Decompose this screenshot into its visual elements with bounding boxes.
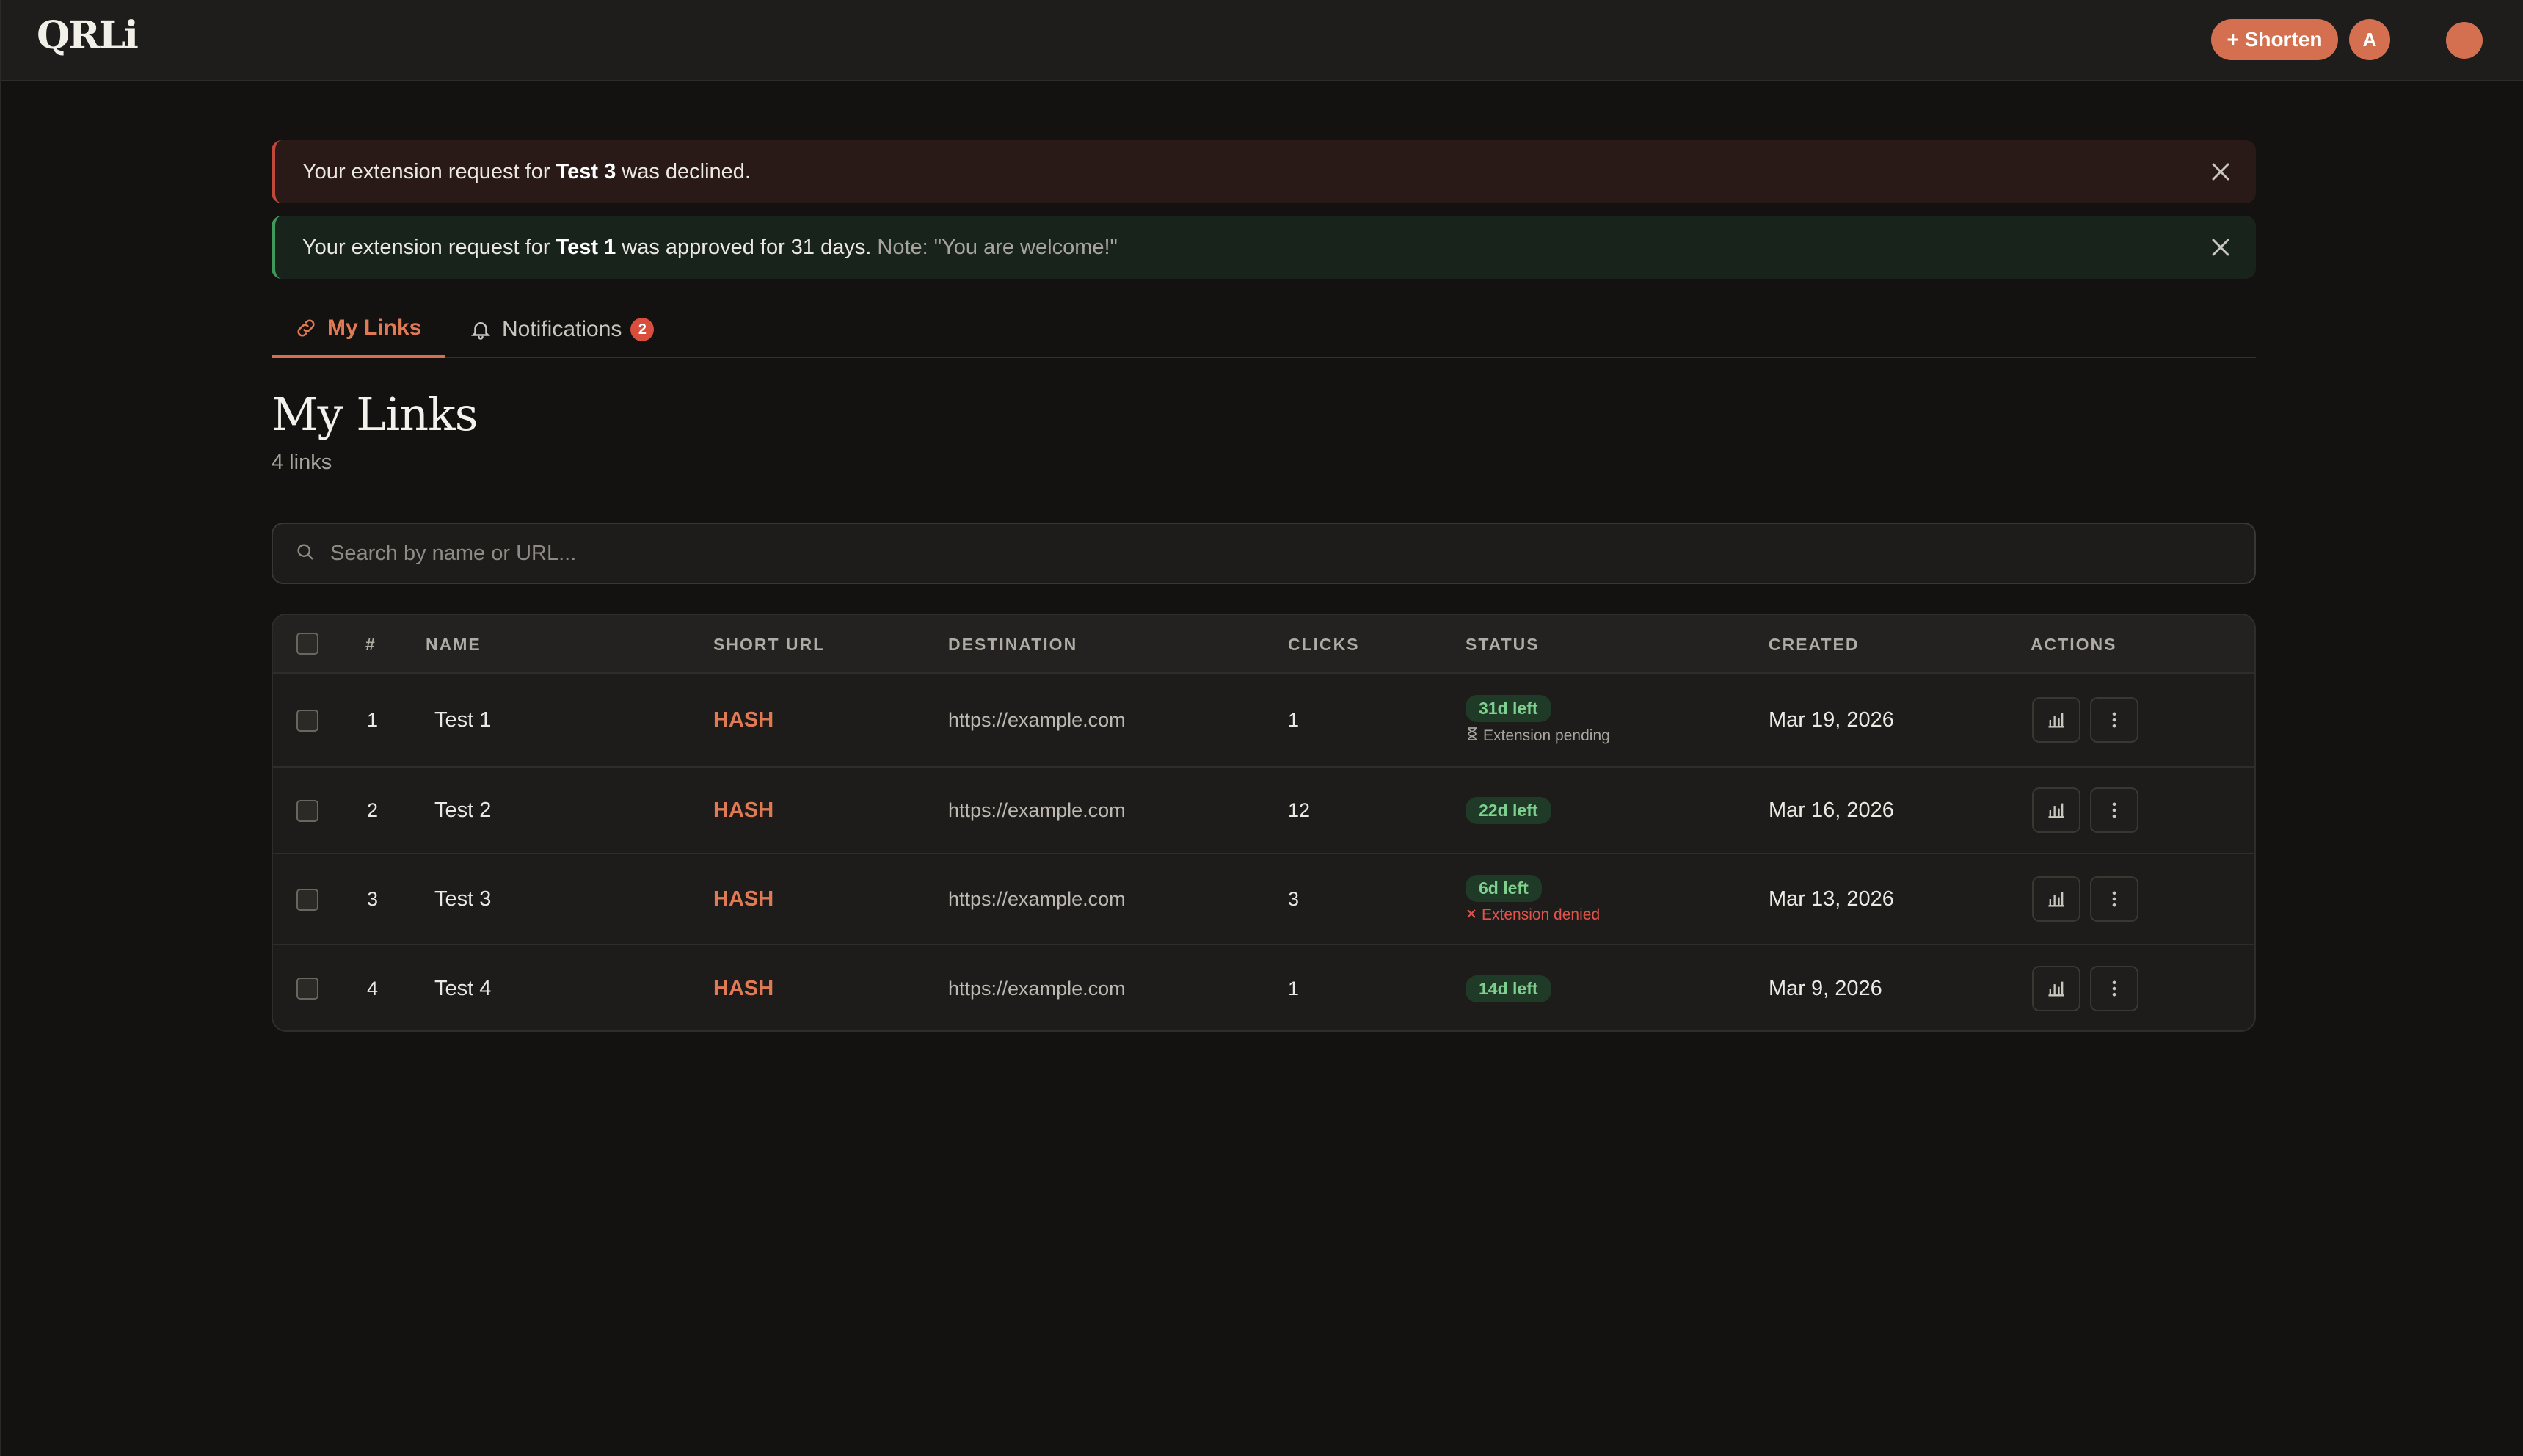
search-box bbox=[272, 523, 2256, 584]
bell-icon bbox=[470, 318, 492, 341]
table-row[interactable]: 4 Test 4 HASH https://example.com 1 14d … bbox=[273, 945, 2254, 1030]
more-vertical-icon bbox=[2112, 891, 2116, 907]
click-count: 3 bbox=[1288, 887, 1300, 910]
more-vertical-icon bbox=[2112, 802, 2116, 818]
column-header[interactable]: CLICKS bbox=[1288, 615, 1360, 674]
short-url[interactable]: HASH bbox=[713, 768, 773, 853]
column-header: ACTIONS bbox=[2031, 634, 2117, 654]
status-cell: 14d left bbox=[1466, 945, 1551, 1030]
link-name[interactable]: Test 3 bbox=[434, 854, 491, 944]
row-index: 2 bbox=[367, 798, 379, 821]
extension-status: Extension denied bbox=[1466, 906, 1600, 924]
notification-count-badge: 2 bbox=[630, 318, 655, 341]
hourglass-icon bbox=[1466, 727, 1479, 746]
more-vertical-icon bbox=[2112, 712, 2116, 728]
status-badge: 22d left bbox=[1466, 796, 1551, 824]
status-badge: 31d left bbox=[1466, 694, 1551, 722]
table-row[interactable]: 1 Test 1 HASH https://example.com 1 31d … bbox=[273, 674, 2254, 768]
status-cell: 22d left bbox=[1466, 768, 1551, 853]
row-checkbox[interactable] bbox=[296, 800, 318, 822]
link-name[interactable]: Test 4 bbox=[434, 945, 491, 1030]
click-count: 1 bbox=[1288, 977, 1300, 1000]
link-count: 4 links bbox=[272, 451, 332, 474]
more-options-button[interactable] bbox=[2090, 966, 2138, 1011]
x-icon bbox=[1466, 906, 1477, 924]
created-date: Mar 13, 2026 bbox=[1769, 887, 1894, 911]
status-cell: 31d left Extension pending bbox=[1466, 674, 1610, 766]
user-menu-icon[interactable] bbox=[2446, 22, 2483, 59]
destination-url[interactable]: https://example.com bbox=[948, 674, 1126, 766]
short-url[interactable]: HASH bbox=[713, 945, 773, 1030]
short-url[interactable]: HASH bbox=[713, 674, 773, 766]
stats-button[interactable] bbox=[2032, 876, 2080, 922]
search-icon bbox=[295, 542, 316, 566]
click-count: 12 bbox=[1288, 798, 1311, 821]
more-options-button[interactable] bbox=[2090, 876, 2138, 922]
row-checkbox[interactable] bbox=[296, 710, 318, 732]
stats-button[interactable] bbox=[2032, 697, 2080, 743]
destination-url[interactable]: https://example.com bbox=[948, 768, 1126, 853]
alert-text: Your extension request for Test 3 was de… bbox=[302, 159, 751, 183]
search-input[interactable] bbox=[330, 541, 2254, 566]
stats-button[interactable] bbox=[2032, 787, 2080, 833]
bar-chart-icon bbox=[2048, 713, 2064, 728]
extension-status: Extension pending bbox=[1466, 727, 1610, 746]
more-vertical-icon bbox=[2112, 980, 2116, 997]
row-checkbox[interactable] bbox=[296, 978, 318, 1000]
column-header[interactable]: CREATED bbox=[1769, 615, 1859, 674]
tabs: My Links Notifications 2 bbox=[272, 301, 2256, 358]
row-index: 4 bbox=[367, 977, 379, 1000]
link-name[interactable]: Test 1 bbox=[434, 674, 491, 766]
tab-my-links[interactable]: My Links bbox=[272, 301, 445, 358]
status-badge: 6d left bbox=[1466, 874, 1542, 902]
alert-declined: Your extension request for Test 3 was de… bbox=[272, 140, 2256, 203]
row-index: 1 bbox=[367, 708, 379, 731]
links-table: # NAME SHORT URL DESTINATION CLICKS STAT… bbox=[272, 614, 2256, 1032]
more-options-button[interactable] bbox=[2090, 697, 2138, 743]
column-header[interactable]: NAME bbox=[426, 615, 481, 674]
more-options-button[interactable] bbox=[2090, 787, 2138, 833]
status-cell: 6d left Extension denied bbox=[1466, 854, 1600, 944]
status-badge: 14d left bbox=[1466, 975, 1551, 1002]
column-header: # bbox=[365, 634, 376, 654]
column-header: SHORT URL bbox=[713, 634, 826, 654]
close-icon[interactable] bbox=[2207, 234, 2234, 261]
tab-notifications[interactable]: Notifications 2 bbox=[470, 301, 655, 358]
created-date: Mar 9, 2026 bbox=[1769, 976, 1882, 1000]
close-icon[interactable] bbox=[2207, 159, 2234, 185]
column-header: STATUS bbox=[1466, 634, 1540, 654]
table-row[interactable]: 3 Test 3 HASH https://example.com 3 6d l… bbox=[273, 854, 2254, 945]
row-checkbox[interactable] bbox=[296, 889, 318, 911]
table-row[interactable]: 2 Test 2 HASH https://example.com 12 22d… bbox=[273, 768, 2254, 854]
bar-chart-icon bbox=[2048, 981, 2064, 997]
created-date: Mar 19, 2026 bbox=[1769, 707, 1894, 732]
column-header: DESTINATION bbox=[948, 634, 1078, 654]
bar-chart-icon bbox=[2048, 803, 2064, 818]
destination-url[interactable]: https://example.com bbox=[948, 945, 1126, 1030]
shorten-button[interactable]: + Shorten bbox=[2211, 19, 2338, 60]
click-count: 1 bbox=[1288, 708, 1300, 731]
table-header: # NAME SHORT URL DESTINATION CLICKS STAT… bbox=[273, 615, 2254, 674]
stats-button[interactable] bbox=[2032, 966, 2080, 1011]
select-all-checkbox[interactable] bbox=[296, 633, 318, 655]
link-icon bbox=[295, 317, 317, 339]
created-date: Mar 16, 2026 bbox=[1769, 798, 1894, 822]
destination-url[interactable]: https://example.com bbox=[948, 854, 1126, 944]
app-logo[interactable]: QRLi bbox=[37, 13, 139, 58]
top-bar: QRLi + Shorten A bbox=[1, 0, 2523, 81]
alert-text: Your extension request for Test 1 was ap… bbox=[302, 235, 1118, 259]
row-index: 3 bbox=[367, 887, 379, 910]
bar-chart-icon bbox=[2048, 892, 2064, 907]
page-title: My Links bbox=[272, 387, 478, 441]
alert-approved: Your extension request for Test 1 was ap… bbox=[272, 216, 2256, 279]
page: QRLi + Shorten A Your extension request … bbox=[0, 0, 2523, 1456]
link-name[interactable]: Test 2 bbox=[434, 768, 491, 853]
short-url[interactable]: HASH bbox=[713, 854, 773, 944]
avatar[interactable]: A bbox=[2349, 19, 2390, 60]
